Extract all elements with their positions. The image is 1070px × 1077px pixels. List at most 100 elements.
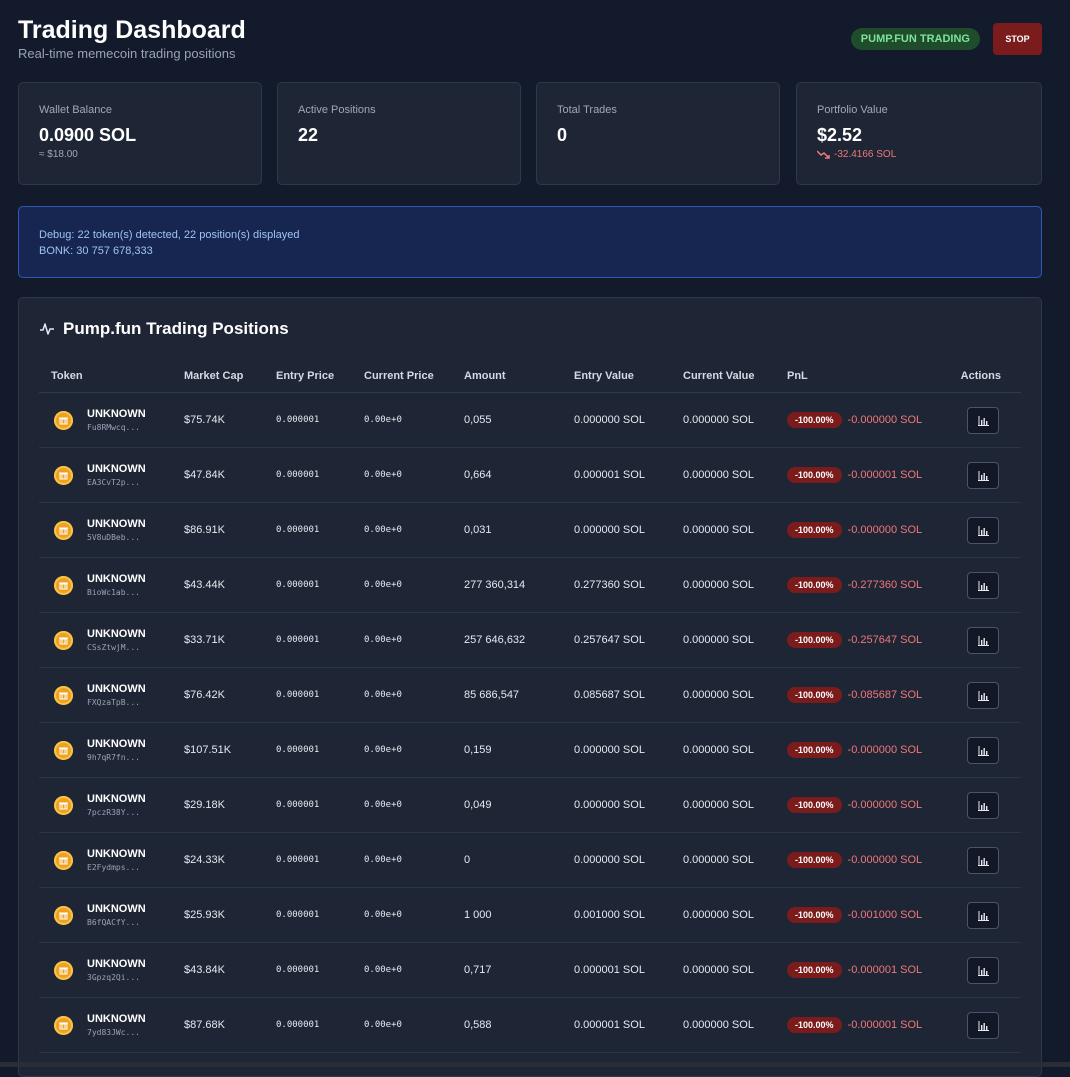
current-value-cell: 0.000000 SOL [671, 557, 775, 613]
pnl-cell: -100.00% -0.000001 SOL [775, 942, 933, 998]
window-bottom-edge [0, 1062, 1070, 1067]
pnl-cell: -100.00% -0.277360 SOL [775, 557, 933, 613]
view-chart-button[interactable] [967, 956, 999, 984]
token-address: Fu8RMwcq... [87, 423, 140, 432]
entry-price-cell: 0.000001 [264, 667, 352, 723]
portfolio-change-value: -32.4166 SOL [834, 149, 897, 160]
actions-cell [933, 997, 1021, 1053]
view-chart-button[interactable] [967, 571, 999, 599]
amount-cell: 277 360,314 [452, 557, 562, 613]
column-header[interactable]: Current Value [671, 360, 775, 393]
pnl-percent-badge: -100.00% [787, 962, 842, 978]
current-value-cell: 0.000000 SOL [671, 832, 775, 888]
bar-chart-icon [978, 635, 989, 646]
entry-value-cell: 0.000001 SOL [562, 942, 671, 998]
coin-icon [54, 575, 73, 595]
view-chart-button[interactable] [967, 846, 999, 874]
stat-label: Total Trades [557, 104, 617, 116]
pnl-sol-value: -0.000000 SOL [847, 854, 923, 866]
table-row[interactable]: UNKNOWN 7pczR38Y... $29.18K 0.000001 0.00e+0… [39, 777, 1021, 833]
table-row[interactable]: UNKNOWN 9h7qR7fn... $107.51K 0.000001 0.00e+… [39, 722, 1021, 778]
actions-cell [933, 667, 1021, 723]
table-row[interactable]: UNKNOWN CSsZtwjM... $33.71K 0.000001 0.00e+0… [39, 612, 1021, 668]
pnl-percent-badge: -100.00% [787, 467, 842, 483]
column-header[interactable]: Token [39, 360, 172, 393]
table-row[interactable]: UNKNOWN 7yd83JWc... $87.68K 0.000001 0.00e+0… [39, 997, 1021, 1053]
view-chart-button[interactable] [967, 736, 999, 764]
column-header[interactable]: Market Cap [172, 360, 264, 393]
view-chart-button[interactable] [967, 901, 999, 929]
pnl-sol-value: -0.000000 SOL [847, 799, 923, 811]
token-address: EA3CvT2p... [87, 478, 140, 487]
current-price-cell: 0.00e+0 [352, 887, 452, 943]
token-name: UNKNOWN [87, 683, 146, 695]
table-row[interactable]: UNKNOWN 3Gpzq2Qi... $43.84K 0.000001 0.00e+0… [39, 942, 1021, 998]
stat-value: 0.0900 SOL [39, 125, 137, 145]
current-price-cell: 0.00e+0 [352, 447, 452, 503]
coin-icon [54, 685, 73, 705]
token-cell: UNKNOWN B6fQACfY... [39, 887, 172, 943]
actions-cell [933, 557, 1021, 613]
column-header[interactable]: Amount [452, 360, 562, 393]
token-cell: UNKNOWN Fu8RMwcq... [39, 392, 172, 448]
actions-cell [933, 722, 1021, 778]
view-chart-button[interactable] [967, 516, 999, 544]
column-header[interactable]: Entry Price [264, 360, 352, 393]
coin-icon [54, 1015, 73, 1035]
pnl-cell: -100.00% -0.000000 SOL [775, 777, 933, 833]
current-price-cell: 0.00e+0 [352, 832, 452, 888]
amount-cell: 1 000 [452, 887, 562, 943]
table-row[interactable]: UNKNOWN 5V8uDBeb... $86.91K 0.000001 0.00e+0… [39, 502, 1021, 558]
table-row[interactable]: UNKNOWN Fu8RMwcq... $75.74K 0.000001 0.00e+0… [39, 392, 1021, 448]
token-name: UNKNOWN [87, 518, 146, 530]
column-header[interactable]: Entry Value [562, 360, 671, 393]
table-row[interactable]: UNKNOWN E2Fydmps... $24.33K 0.000001 0.00e+0… [39, 832, 1021, 888]
bar-chart-icon [978, 855, 989, 866]
view-chart-button[interactable] [967, 791, 999, 819]
table-row[interactable]: UNKNOWN BioWc1ab... $43.44K 0.000001 0.00e+0… [39, 557, 1021, 613]
entry-value-cell: 0.257647 SOL [562, 612, 671, 668]
view-chart-button[interactable] [967, 461, 999, 489]
pnl-sol-value: -0.001000 SOL [847, 909, 923, 921]
view-chart-button[interactable] [967, 406, 999, 434]
table-row[interactable]: UNKNOWN EA3CvT2p... $47.84K 0.000001 0.00e+0… [39, 447, 1021, 503]
bar-chart-icon [978, 910, 989, 921]
current-value-cell: 0.000000 SOL [671, 392, 775, 448]
column-header[interactable]: Current Price [352, 360, 452, 393]
trading-mode-badge: PUMP.FUN TRADING [850, 28, 980, 50]
token-cell: UNKNOWN CSsZtwjM... [39, 612, 172, 668]
entry-price-cell: 0.000001 [264, 612, 352, 668]
table-row[interactable]: UNKNOWN FXQzaTpB... $76.42K 0.000001 0.00e+0… [39, 667, 1021, 723]
pnl-cell: -100.00% -0.000000 SOL [775, 722, 933, 778]
bar-chart-icon [978, 1020, 989, 1031]
entry-price-cell: 0.000001 [264, 392, 352, 448]
coin-icon [54, 630, 73, 650]
column-header: Actions [933, 360, 1021, 393]
market-cap-cell: $29.18K [172, 777, 264, 833]
pnl-sol-value: -0.000001 SOL [847, 469, 923, 481]
view-chart-button[interactable] [967, 681, 999, 709]
coin-symbol-icon [59, 747, 68, 754]
token-cell: UNKNOWN FXQzaTpB... [39, 667, 172, 723]
pnl-cell: -100.00% -0.001000 SOL [775, 887, 933, 943]
pnl-percent-badge: -100.00% [787, 412, 842, 428]
table-row[interactable]: UNKNOWN B6fQACfY... $25.93K 0.000001 0.00e+0… [39, 887, 1021, 943]
view-chart-button[interactable] [967, 626, 999, 654]
pnl-sol-value: -0.257647 SOL [847, 634, 923, 646]
token-info: UNKNOWN 3Gpzq2Qi... [51, 958, 172, 982]
view-chart-button[interactable] [967, 1011, 999, 1039]
column-header[interactable]: PnL [775, 360, 933, 393]
coin-icon [54, 960, 73, 980]
coin-icon [54, 465, 73, 485]
pnl-sol-value: -0.000000 SOL [847, 524, 923, 536]
entry-value-cell: 0.000001 SOL [562, 447, 671, 503]
coin-symbol-icon [59, 967, 68, 974]
coin-symbol-icon [59, 582, 68, 589]
current-value-cell: 0.000000 SOL [671, 667, 775, 723]
stop-button[interactable]: STOP [993, 23, 1042, 55]
current-price-cell: 0.00e+0 [352, 722, 452, 778]
entry-price-cell: 0.000001 [264, 942, 352, 998]
token-address: FXQzaTpB... [87, 698, 140, 707]
entry-price-cell: 0.000001 [264, 502, 352, 558]
entry-price-cell: 0.000001 [264, 777, 352, 833]
